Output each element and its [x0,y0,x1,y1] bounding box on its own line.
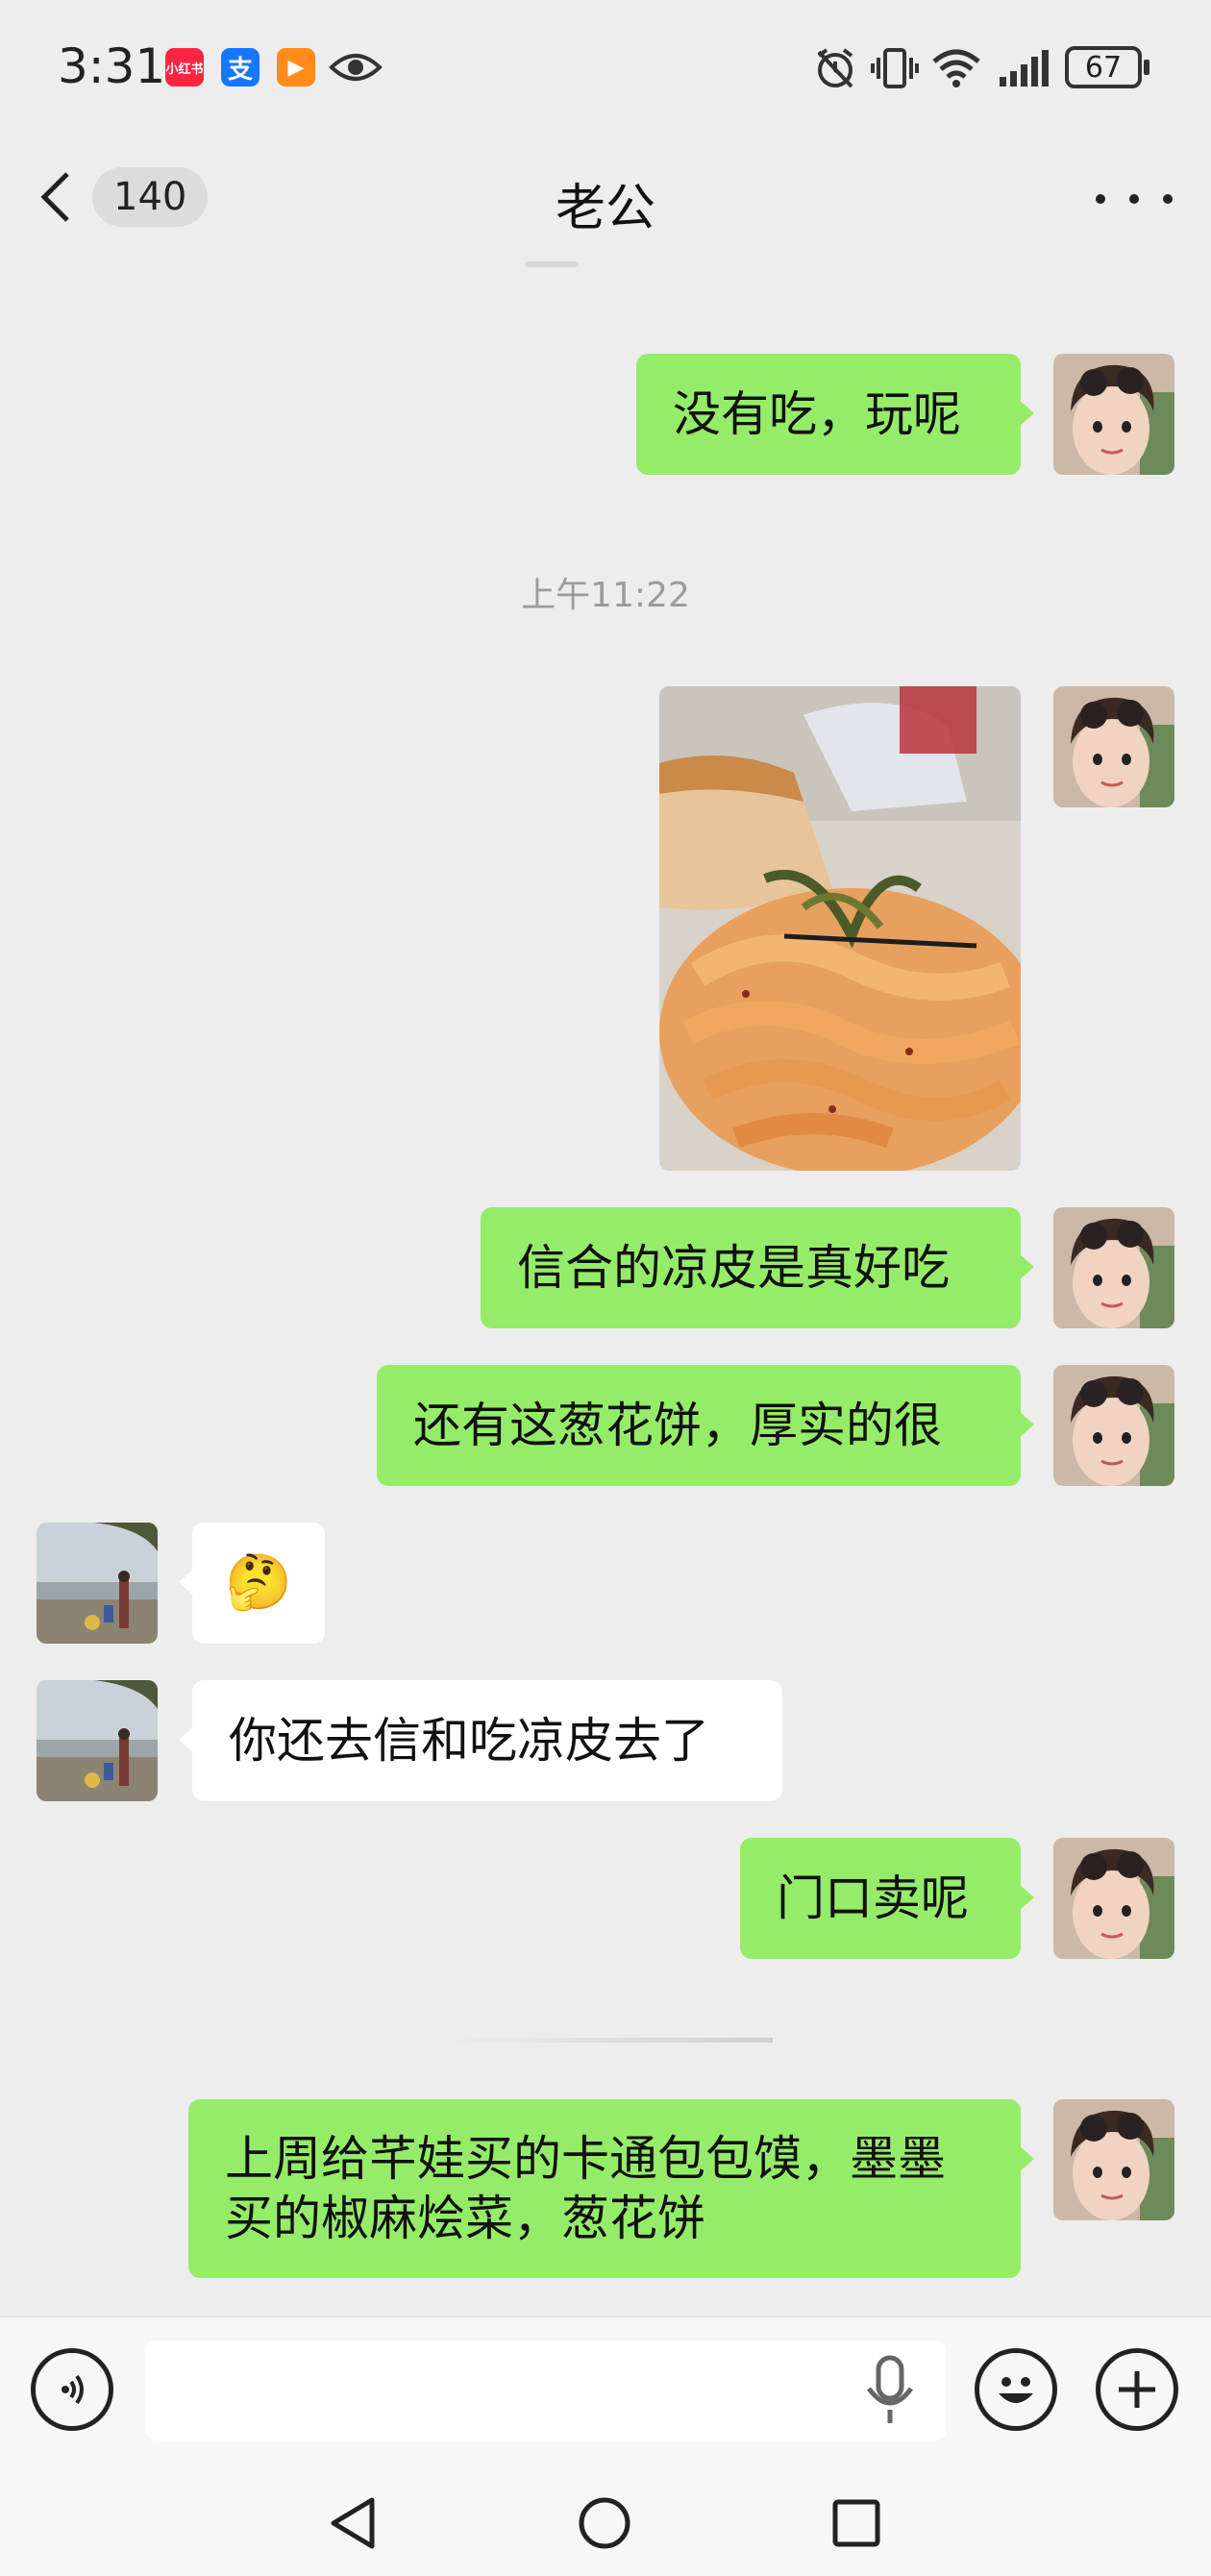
girl-portrait-icon [1053,1365,1174,1486]
status-bar: 3:31 小红书 支 ▶ 67 [0,0,1211,135]
thinking-face-emoji: 🤔 [225,1551,292,1614]
lakeside-photo-icon [37,1523,158,1644]
girl-portrait-icon [1053,1207,1174,1328]
chevron-left-icon [40,172,69,222]
message-text: 信合的凉皮是真好吃 [517,1240,950,1296]
my-avatar[interactable] [1053,1365,1174,1486]
microphone-icon[interactable] [861,2354,919,2427]
lakeside-photo-icon [37,1680,158,1801]
message-bubble-outgoing[interactable]: 门口卖呢 [740,1838,1034,1959]
message-bubble-outgoing[interactable]: 信合的凉皮是真好吃 [481,1207,1034,1328]
system-nav-bar [0,2461,1211,2576]
nav-recents-button[interactable] [823,2489,890,2557]
message-text: 上周给芊娃买的卡通包包馍，墨墨买的椒麻烩菜，葱花饼 [225,2131,946,2246]
back-button[interactable]: 140 [38,163,231,231]
eye-icon [329,54,383,81]
more-options-button[interactable] [1096,175,1173,223]
scroll-divider [525,261,579,267]
circle-home-icon [579,2497,630,2549]
triangle-back-icon [331,2497,375,2549]
my-avatar[interactable] [1053,2099,1174,2220]
message-text: 还有这葱花饼，厚实的很 [413,1398,942,1453]
smiley-icon [999,2377,1033,2403]
message-bubble-outgoing[interactable]: 还有这葱花饼，厚实的很 [377,1365,1034,1486]
battery-tip [1144,60,1149,75]
video-app-icon: ▶ [277,48,315,87]
girl-portrait-icon [1053,686,1174,807]
message-bubble-incoming[interactable]: 🤔 [179,1523,325,1644]
battery-level: 67 [1084,50,1123,85]
unread-count-badge: 140 [92,167,209,227]
girl-portrait-icon [1053,1838,1174,1959]
scroll-divider [442,2038,773,2043]
my-avatar[interactable] [1053,354,1174,475]
plus-icon [1119,2371,1155,2408]
message-bubble-incoming[interactable]: 你还去信和吃凉皮去了 [179,1680,782,1801]
more-dot-icon [1096,194,1105,204]
my-avatar[interactable] [1053,686,1174,807]
status-time: 3:31 [58,38,166,94]
more-dot-icon [1163,194,1173,204]
message-bubble-outgoing[interactable]: 没有吃，玩呢 [636,354,1034,475]
contact-avatar[interactable] [37,1523,158,1644]
input-bar [0,2316,1211,2461]
liangpi-noodles-photo [659,686,1021,1171]
nav-home-button[interactable] [571,2489,638,2557]
voice-mode-button[interactable] [31,2348,113,2431]
message-input[interactable] [146,2341,946,2440]
my-avatar[interactable] [1053,1207,1174,1328]
message-bubble-outgoing[interactable]: 上周给芊娃买的卡通包包馍，墨墨买的椒麻烩菜，葱花饼 [188,2099,1034,2278]
voice-wave-icon [62,2374,84,2405]
xiaohongshu-app-icon: 小红书 [165,48,204,87]
message-text: 没有吃，玩呢 [673,386,961,442]
girl-portrait-icon [1053,354,1174,475]
square-recents-icon [832,2499,880,2547]
battery-icon: 67 [1065,46,1142,88]
vibrate-icon [871,48,919,88]
my-avatar[interactable] [1053,1838,1174,1959]
emoji-button[interactable] [975,2348,1057,2431]
message-timestamp: 上午11:22 [521,576,690,615]
signal-icon [1000,50,1049,87]
nav-back-button[interactable] [319,2489,386,2557]
chat-header: 140 老公 [0,144,1211,250]
message-text: 你还去信和吃凉皮去了 [229,1713,709,1769]
contact-avatar[interactable] [37,1680,158,1801]
girl-portrait-icon [1053,2099,1174,2220]
wifi-icon [932,49,980,87]
more-dot-icon [1129,194,1139,204]
message-text: 门口卖呢 [777,1870,969,1926]
alipay-app-icon: 支 [221,48,260,87]
more-actions-button[interactable] [1096,2348,1178,2431]
food-photo-message[interactable] [659,686,1021,1171]
alarm-off-icon [817,48,853,88]
